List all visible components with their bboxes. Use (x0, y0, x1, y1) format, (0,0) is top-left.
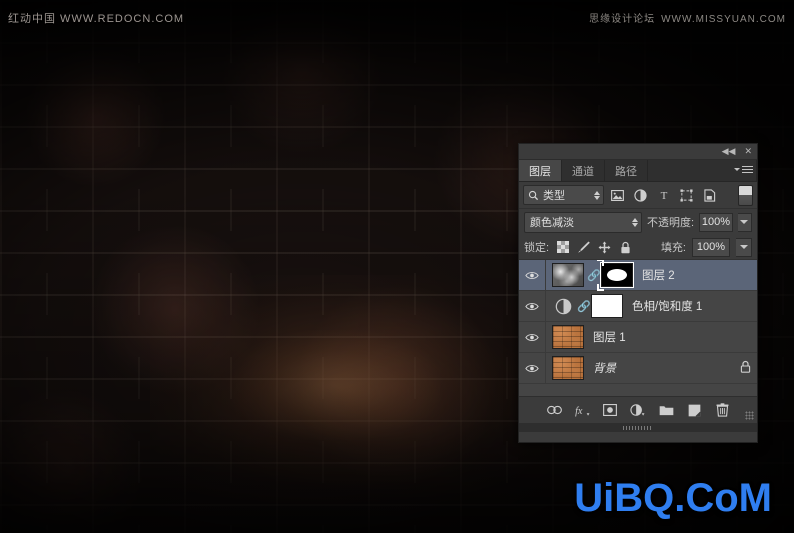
adjustment-layer-filter-icon[interactable] (631, 186, 650, 204)
tab-layers[interactable]: 图层 (519, 160, 562, 181)
drag-handle-icon (623, 425, 653, 430)
eye-icon (525, 364, 539, 372)
tab-layers-label: 图层 (529, 165, 551, 178)
watermark-top-right: 思缘设计论坛 WWW.MISSYUAN.COM (589, 10, 786, 25)
table-row[interactable]: 🔗 色相/饱和度 1 (519, 291, 757, 322)
layer-visibility-toggle[interactable] (519, 322, 546, 352)
panel-resize-grip[interactable] (745, 411, 754, 420)
filter-kind-label: 类型 (543, 190, 565, 202)
link-layers-icon[interactable] (546, 402, 563, 419)
lock-image-pixels-icon[interactable] (576, 240, 591, 255)
collapse-double-arrow-icon[interactable]: ◀◀ (722, 147, 736, 156)
svg-text:T: T (660, 190, 667, 201)
adjustment-layer-icon[interactable] (552, 295, 574, 317)
layer-name[interactable]: 色相/饱和度 1 (632, 298, 702, 314)
layer-thumbnail[interactable] (552, 325, 584, 349)
panel-bottom-handle[interactable] (519, 423, 757, 432)
filter-enable-toggle[interactable] (738, 184, 753, 206)
panel-menu-icon[interactable] (734, 164, 753, 175)
lock-position-icon[interactable] (597, 240, 612, 255)
new-layer-icon[interactable] (686, 402, 703, 419)
hamburger-icon (742, 164, 753, 175)
eye-icon (525, 271, 539, 279)
pixel-layer-filter-icon[interactable] (608, 186, 627, 204)
layer-mask-thumbnail[interactable] (591, 294, 623, 318)
panel-tab-bar: 图层 通道 路径 (519, 160, 757, 182)
watermark-forum-name: 思缘设计论坛 (589, 14, 656, 25)
tab-paths-label: 路径 (615, 165, 637, 178)
layers-panel-toolbar: fx (519, 397, 757, 423)
filter-kind-stepper[interactable] (594, 190, 600, 200)
screenshot-root: 红动中国 WWW.REDOCN.COM 思缘设计论坛 WWW.MISSYUAN.C… (0, 0, 794, 533)
svg-text:fx: fx (575, 406, 583, 417)
layer-filter-bar: 类型 T (519, 182, 757, 209)
layer-thumbnails (546, 325, 584, 349)
eye-icon (525, 333, 539, 341)
blend-mode-select[interactable]: 颜色减淡 (524, 211, 642, 233)
layer-name[interactable]: 图层 2 (642, 267, 675, 283)
close-icon[interactable]: ✕ (744, 147, 752, 156)
tab-paths[interactable]: 路径 (605, 160, 648, 181)
layer-list[interactable]: 🔗 图层 2 🔗 色相/饱和度 1 图层 1 背景 (519, 260, 757, 397)
opacity-dropdown-button[interactable] (737, 212, 752, 232)
blend-mode-row: 颜色减淡 不透明度: 100% (519, 209, 757, 235)
layer-visibility-toggle[interactable] (519, 353, 546, 383)
new-adjustment-layer-icon[interactable] (630, 402, 647, 419)
layer-thumbnail[interactable] (552, 356, 584, 380)
smart-object-filter-icon[interactable] (700, 186, 719, 204)
layer-thumbnails (546, 356, 584, 380)
tab-channels[interactable]: 通道 (562, 160, 605, 181)
layers-panel: ◀◀ ✕ 图层 通道 路径 类型 T 颜色减淡 不透明度: 100% 锁定: 填… (518, 143, 758, 443)
opacity-label: 不透明度: (647, 217, 695, 229)
chevron-down-icon (739, 245, 748, 249)
layer-mask-link-icon[interactable]: 🔗 (587, 269, 601, 282)
blend-mode-value: 颜色减淡 (530, 217, 574, 229)
filter-kind-select[interactable]: 类型 (523, 185, 604, 205)
layer-mask-link-icon[interactable]: 🔗 (577, 300, 591, 313)
layer-visibility-toggle[interactable] (519, 291, 546, 321)
chevron-down-icon (740, 220, 749, 224)
shape-layer-filter-icon[interactable] (677, 186, 696, 204)
site-logo: UiBQ.CoM (574, 476, 772, 520)
new-group-icon[interactable] (658, 402, 675, 419)
add-layer-mask-icon[interactable] (602, 402, 619, 419)
watermark-top-left: 红动中国 WWW.REDOCN.COM (8, 13, 185, 25)
blend-mode-stepper[interactable] (632, 217, 638, 227)
fill-label: 填充: (660, 242, 686, 254)
opacity-input[interactable]: 100% (699, 212, 733, 232)
layer-visibility-toggle[interactable] (519, 260, 546, 290)
layer-thumbnails: 🔗 (546, 294, 623, 318)
fill-input[interactable]: 100% (692, 237, 730, 257)
lock-transparent-pixels-icon[interactable] (555, 240, 570, 255)
panel-title-bar: ◀◀ ✕ (519, 144, 757, 160)
chevron-down-icon (734, 168, 740, 171)
layer-locked-icon (740, 360, 751, 376)
delete-layer-icon[interactable] (714, 402, 731, 419)
layer-style-fx-icon[interactable]: fx (574, 402, 591, 419)
fill-dropdown-button[interactable] (736, 237, 752, 257)
lock-row: 锁定: 填充: 100% (519, 235, 757, 260)
lock-label: 锁定: (524, 242, 550, 254)
layer-thumbnail[interactable] (552, 263, 584, 287)
layer-thumbnails: 🔗 (546, 260, 633, 291)
layer-name[interactable]: 图层 1 (593, 329, 626, 345)
layer-mask-thumbnail[interactable] (597, 260, 633, 291)
search-icon (528, 190, 539, 200)
table-row[interactable]: 🔗 图层 2 (519, 260, 757, 291)
watermark-forum-url: WWW.MISSYUAN.COM (661, 14, 786, 25)
type-layer-filter-icon[interactable]: T (654, 186, 673, 204)
tab-channels-label: 通道 (572, 165, 594, 178)
layer-name[interactable]: 背景 (593, 360, 616, 376)
table-row[interactable]: 图层 1 (519, 322, 757, 353)
lock-all-icon[interactable] (618, 240, 633, 255)
table-row[interactable]: 背景 (519, 353, 757, 384)
eye-icon (525, 302, 539, 310)
